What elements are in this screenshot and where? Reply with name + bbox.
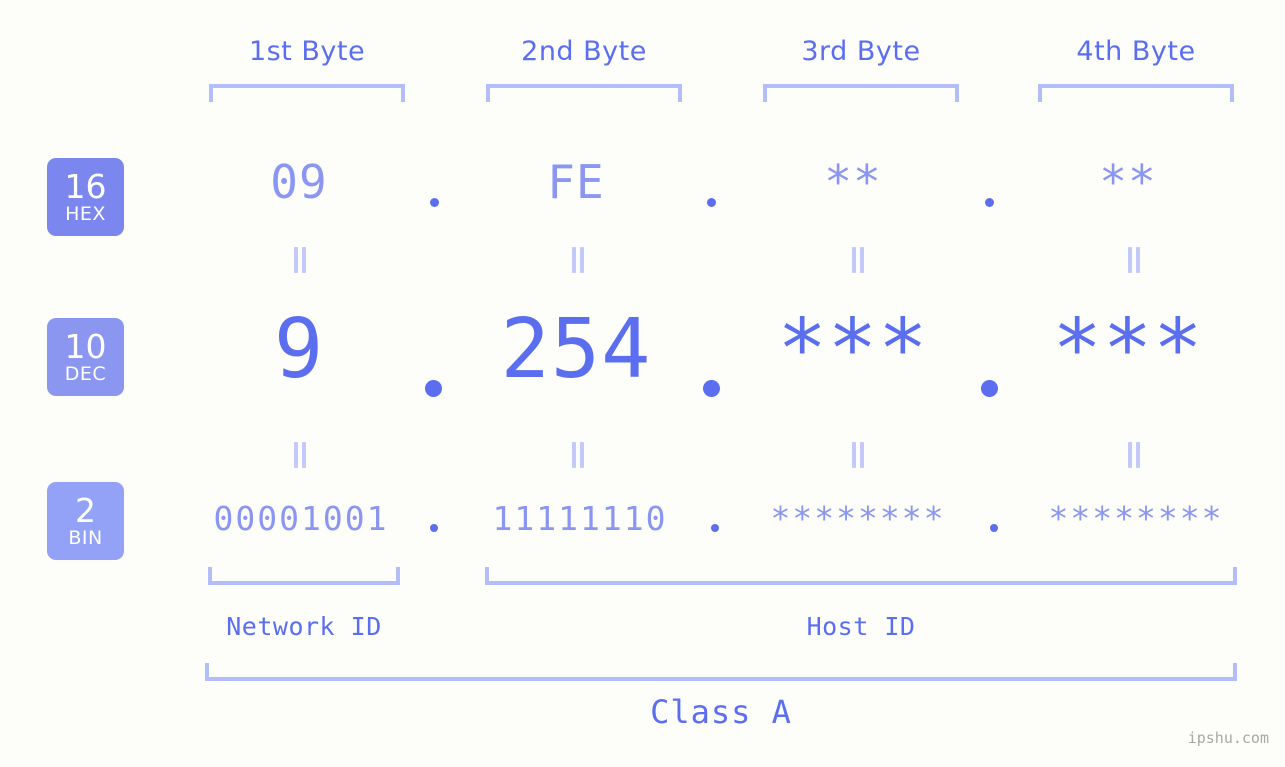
hex-separator-dot-3 bbox=[985, 198, 994, 207]
base-badge-dec: 10 DEC bbox=[47, 318, 124, 396]
hex-byte-3: ** bbox=[824, 155, 882, 209]
byte-header-1: 1st Byte bbox=[248, 36, 366, 67]
byte-header-4: 4th Byte bbox=[1076, 36, 1196, 67]
base-badge-dec-label: DEC bbox=[64, 363, 107, 385]
base-badge-bin: 2 BIN bbox=[47, 482, 124, 560]
ip-address-breakdown-diagram: 1st Byte 2nd Byte 3rd Byte 4th Byte 16 H… bbox=[0, 0, 1285, 767]
byte-bracket-top-3 bbox=[763, 84, 959, 102]
bin-byte-3: ******** bbox=[770, 499, 946, 538]
bin-byte-2: 11111110 bbox=[492, 499, 668, 538]
hex-byte-1: 09 bbox=[270, 155, 328, 209]
dec-byte-1: 9 bbox=[273, 302, 325, 397]
equals-mark-hex-dec-1 bbox=[292, 247, 308, 273]
equals-mark-hex-dec-2 bbox=[570, 247, 586, 273]
byte-header-2: 2nd Byte bbox=[521, 36, 647, 67]
equals-mark-dec-bin-4 bbox=[1126, 442, 1142, 468]
base-badge-hex: 16 HEX bbox=[47, 158, 124, 236]
network-id-bracket bbox=[208, 567, 400, 585]
base-badge-hex-number: 16 bbox=[64, 167, 107, 206]
network-id-label: Network ID bbox=[226, 612, 382, 641]
dec-separator-dot-2 bbox=[703, 380, 720, 397]
byte-header-3: 3rd Byte bbox=[801, 36, 921, 67]
host-id-bracket bbox=[485, 567, 1237, 585]
base-badge-dec-number: 10 bbox=[64, 327, 107, 366]
dec-separator-dot-3 bbox=[981, 380, 998, 397]
watermark: ipshu.com bbox=[1187, 729, 1269, 747]
bin-byte-1: 00001001 bbox=[213, 499, 389, 538]
byte-bracket-top-1 bbox=[209, 84, 405, 102]
base-badge-bin-label: BIN bbox=[68, 527, 103, 549]
hex-separator-dot-1 bbox=[430, 198, 439, 207]
dec-separator-dot-1 bbox=[425, 380, 442, 397]
class-label: Class A bbox=[650, 693, 792, 731]
equals-mark-hex-dec-3 bbox=[850, 247, 866, 273]
dec-byte-4: *** bbox=[1052, 302, 1204, 397]
byte-bracket-top-2 bbox=[486, 84, 682, 102]
bin-separator-dot-1 bbox=[430, 524, 438, 532]
equals-mark-dec-bin-2 bbox=[570, 442, 586, 468]
class-bracket bbox=[205, 663, 1237, 681]
hex-byte-2: FE bbox=[547, 155, 605, 209]
byte-bracket-top-4 bbox=[1038, 84, 1234, 102]
base-badge-hex-label: HEX bbox=[65, 203, 106, 225]
equals-mark-dec-bin-1 bbox=[292, 442, 308, 468]
bin-separator-dot-2 bbox=[711, 524, 719, 532]
bin-byte-4: ******** bbox=[1048, 499, 1224, 538]
base-badge-bin-number: 2 bbox=[75, 491, 96, 530]
dec-byte-3: *** bbox=[777, 302, 929, 397]
hex-byte-4: ** bbox=[1099, 155, 1157, 209]
hex-separator-dot-2 bbox=[707, 198, 716, 207]
dec-byte-2: 254 bbox=[500, 302, 652, 397]
host-id-label: Host ID bbox=[806, 612, 916, 641]
bin-separator-dot-3 bbox=[990, 524, 998, 532]
equals-mark-hex-dec-4 bbox=[1126, 247, 1142, 273]
equals-mark-dec-bin-3 bbox=[850, 442, 866, 468]
